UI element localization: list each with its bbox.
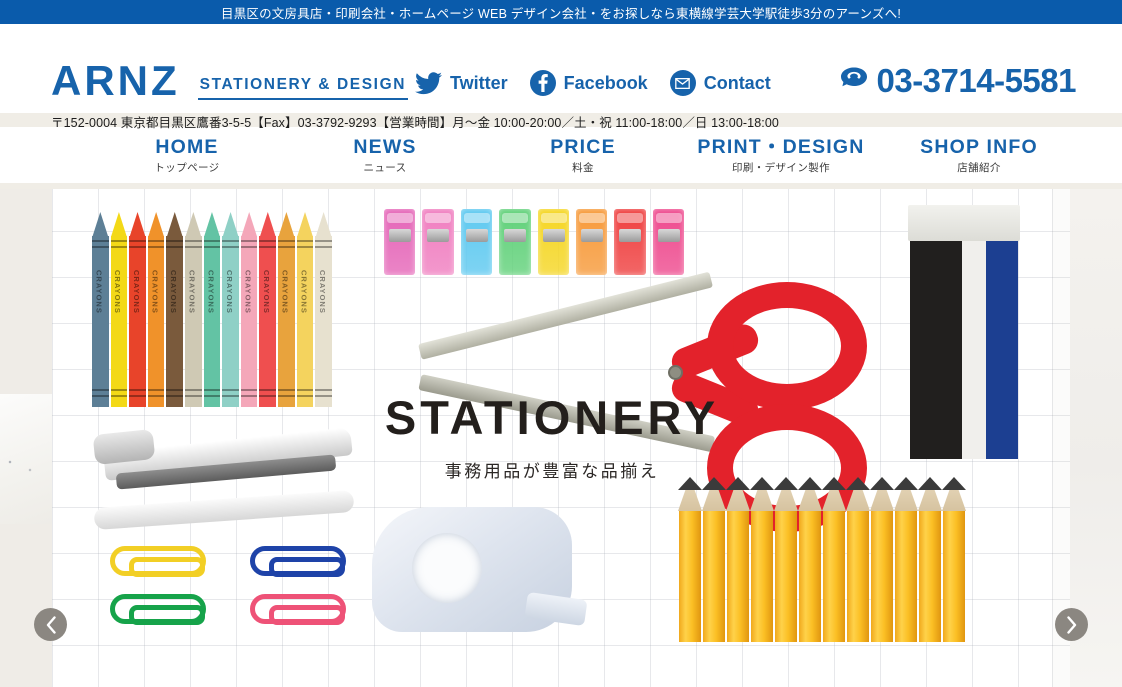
crayon-10: CRAYONS — [259, 212, 277, 407]
nav-title-news: NEWS — [353, 135, 417, 158]
nav-title-price: PRICE — [550, 135, 616, 158]
header-address: 〒152-0004 東京都目黒区鷹番3-5-5【Fax】03-3792-9293… — [51, 116, 779, 130]
nav-sub-price: 料金 — [572, 162, 594, 175]
crayons-image: CRAYONS CRAYONS CRAYONS CRAYONS CRAYONS CRAYO… — [92, 212, 332, 407]
pencil-5 — [774, 477, 798, 642]
nav-item-home[interactable]: HOME トップページ — [88, 136, 286, 174]
logo-wordmark: ARNZ — [51, 57, 180, 104]
nav-item-news[interactable]: NEWS ニュース — [286, 136, 484, 174]
chevron-right-icon — [1066, 615, 1076, 634]
slider-prev-button[interactable] — [34, 608, 67, 641]
nav-sub-print-design: 印刷・デザイン製作 — [731, 162, 831, 175]
crayon-12: CRAYONS — [296, 212, 314, 407]
stapler-image — [92, 414, 374, 531]
pencils-image — [678, 477, 966, 642]
nav-sub-news: ニュース — [363, 162, 407, 175]
main-navigation: HOME トップページ NEWS ニュース PRICE 料金 PRINT・DES… — [0, 127, 1122, 183]
crayon-8: CRAYONS — [222, 212, 239, 407]
nav-title-shop-info: SHOP INFO — [920, 135, 1038, 158]
crayon-11: CRAYONS — [278, 212, 295, 407]
page-root: 目黒区の文房具店・印刷会社・ホームページ WEB デザイン会社・をお探しなら東横… — [0, 0, 1122, 687]
announcement-text: 目黒区の文房具店・印刷会社・ホームページ WEB デザイン会社・をお探しなら東横… — [221, 6, 901, 21]
crayon-7: CRAYONS — [203, 212, 221, 407]
logo-tagline: STATIONERY & DESIGN — [197, 76, 409, 100]
slider-current-slide: CRAYONS CRAYONS CRAYONS CRAYONS CRAYONS CRAYO… — [52, 189, 1052, 687]
crayon-5: CRAYONS — [166, 212, 184, 407]
pencil-2 — [702, 477, 726, 642]
social-links: Twitter Facebook Contact — [415, 70, 771, 96]
eraser-image — [908, 205, 1020, 459]
pencil-7 — [822, 477, 846, 642]
twitter-icon — [415, 71, 442, 95]
pencil-10 — [894, 477, 918, 642]
nav-sub-shop-info: 店舗紹介 — [957, 162, 1001, 175]
nav-title-print-design: PRINT・DESIGN — [697, 135, 865, 158]
crayon-13: CRAYONS — [315, 212, 332, 407]
social-label-facebook: Facebook — [563, 72, 648, 93]
pencil-11 — [918, 477, 942, 642]
social-link-facebook[interactable]: Facebook — [529, 70, 648, 96]
slider-next-button[interactable] — [1055, 608, 1088, 641]
nav-item-shop-info[interactable]: SHOP INFO 店舗紹介 — [880, 136, 1078, 174]
social-label-contact: Contact — [703, 72, 771, 93]
pencil-8 — [846, 477, 870, 642]
site-logo[interactable]: ARNZ STATIONERY & DESIGN — [51, 57, 409, 104]
telephone-icon — [839, 66, 869, 95]
pencil-12 — [942, 477, 966, 642]
pencil-6 — [798, 477, 822, 642]
crayon-4: CRAYONS — [147, 212, 165, 407]
social-label-twitter: Twitter — [450, 72, 508, 93]
chevron-left-icon — [46, 615, 56, 634]
nav-title-home: HOME — [155, 135, 219, 158]
pencil-4 — [750, 477, 774, 642]
facebook-icon — [529, 70, 556, 96]
social-link-twitter[interactable]: Twitter — [415, 71, 508, 95]
nav-sub-home: トップページ — [154, 162, 220, 175]
pencil-1 — [678, 477, 702, 642]
crayon-9: CRAYONS — [240, 212, 258, 407]
header-phone[interactable]: 03-3714-5581 — [839, 64, 1076, 97]
announcement-bar: 目黒区の文房具店・印刷会社・ホームページ WEB デザイン会社・をお探しなら東横… — [0, 0, 1122, 24]
pencil-3 — [726, 477, 750, 642]
crayon-2: CRAYONS — [110, 212, 128, 407]
crayon-3: CRAYONS — [129, 212, 146, 407]
paper-clips-image — [92, 544, 346, 634]
social-link-contact[interactable]: Contact — [669, 70, 771, 96]
pencil-9 — [870, 477, 894, 642]
crayon-1: CRAYONS — [92, 212, 109, 407]
crayon-6: CRAYONS — [185, 212, 202, 407]
nav-item-price[interactable]: PRICE 料金 — [484, 136, 682, 174]
phone-number: 03-3714-5581 — [876, 62, 1076, 99]
binder-clip-1 — [384, 209, 416, 275]
nav-item-print-design[interactable]: PRINT・DESIGN 印刷・デザイン製作 — [682, 136, 880, 174]
site-header: ARNZ STATIONERY & DESIGN Twitter Faceboo… — [0, 24, 1122, 130]
hero-slider: CRAYONS CRAYONS CRAYONS CRAYONS CRAYONS CRAYO… — [0, 189, 1122, 687]
tape-dispenser-image — [372, 507, 588, 632]
mail-icon — [669, 70, 696, 96]
